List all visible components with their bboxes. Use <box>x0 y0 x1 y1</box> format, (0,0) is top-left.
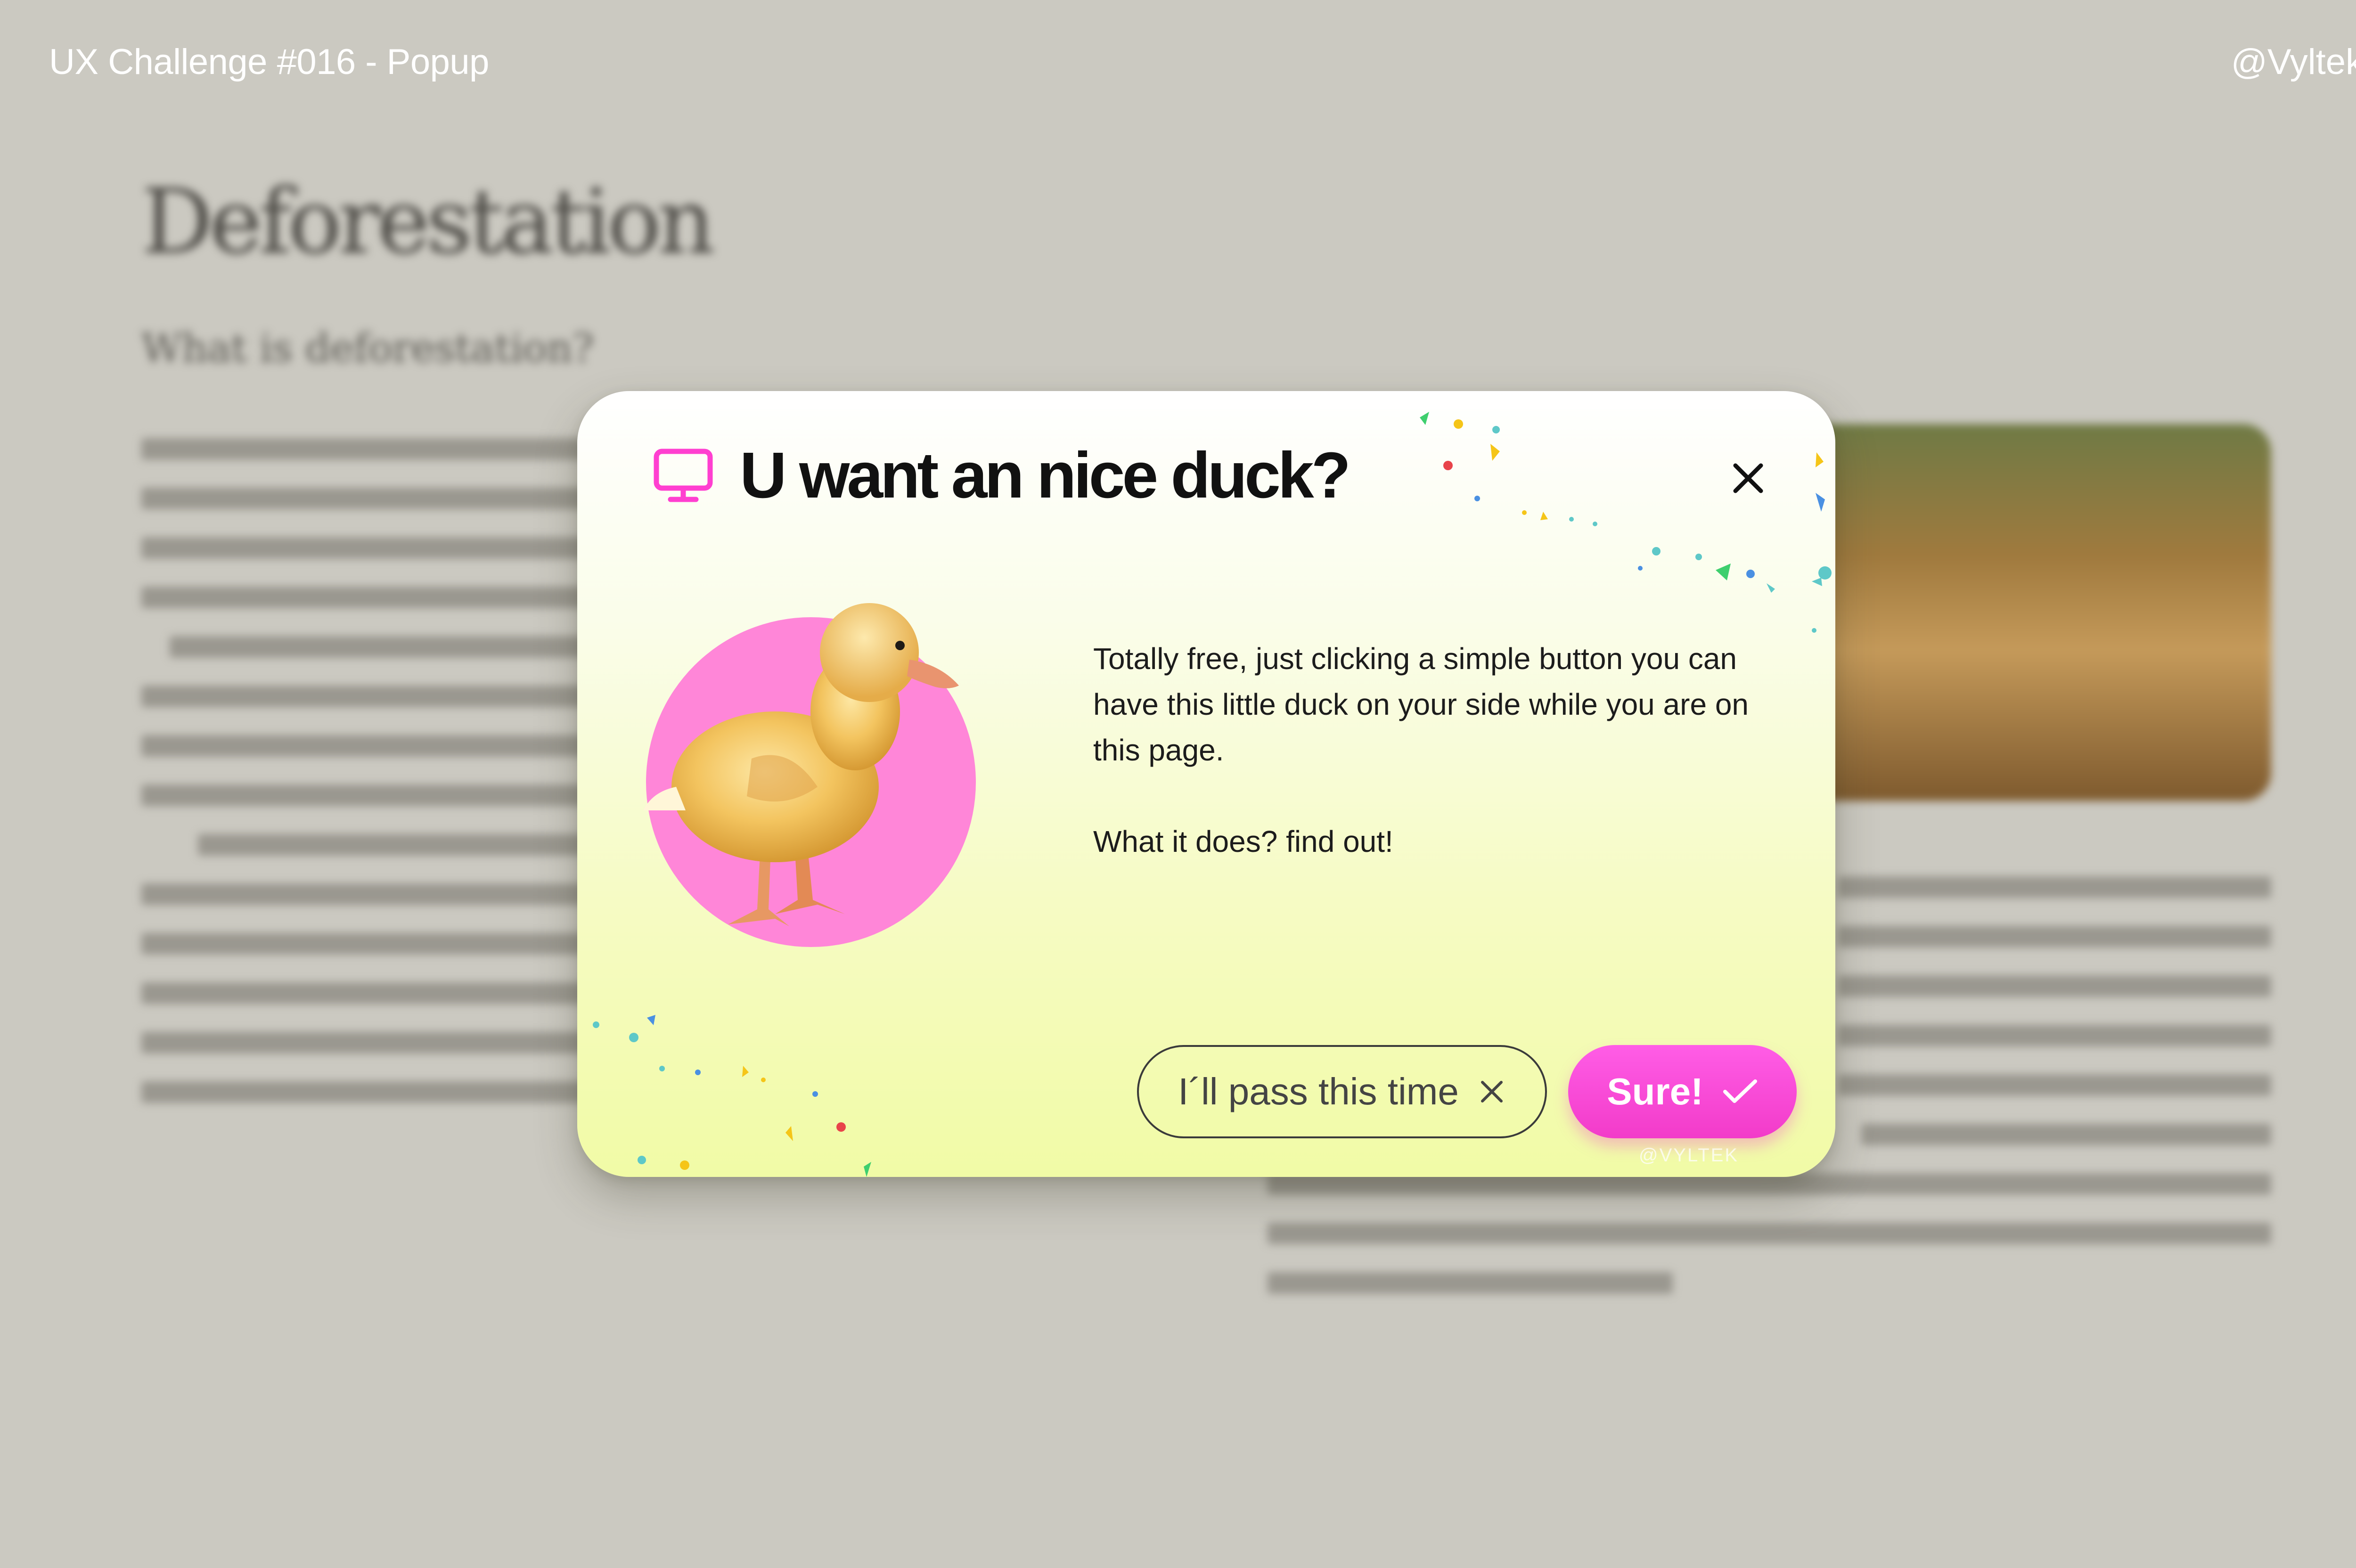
duck-image <box>643 603 976 947</box>
popup-title: U want an nice duck? <box>740 439 1351 512</box>
decline-button-label: I´ll pass this time <box>1178 1070 1459 1112</box>
watermark: @VYLTEK <box>1639 1145 1739 1166</box>
challenge-title: UX Challenge #016 - Popup <box>49 42 489 82</box>
author-handle: @Vyltek <box>2231 42 2356 82</box>
popup-description: Totally free, just clicking a simple but… <box>1093 636 1781 865</box>
close-icon[interactable] <box>1722 452 1774 504</box>
checkmark-icon <box>1723 1079 1757 1103</box>
decline-button[interactable]: I´ll pass this time <box>1137 1045 1547 1138</box>
article-photo <box>1776 424 2271 801</box>
duck-popup-dialog: U want an nice duck? Totally free, just … <box>577 391 1835 1177</box>
article-subheading: What is deforestation? <box>141 325 594 371</box>
description-paragraph-2: What it does? find out! <box>1093 825 1393 858</box>
accept-button-label: Sure! <box>1607 1070 1703 1112</box>
description-paragraph-1: Totally free, just clicking a simple but… <box>1093 642 1749 767</box>
accept-button[interactable]: Sure! <box>1568 1045 1797 1138</box>
monitor-icon <box>654 449 713 502</box>
close-icon <box>1481 1081 1503 1102</box>
article-heading: Deforestation <box>141 170 715 274</box>
